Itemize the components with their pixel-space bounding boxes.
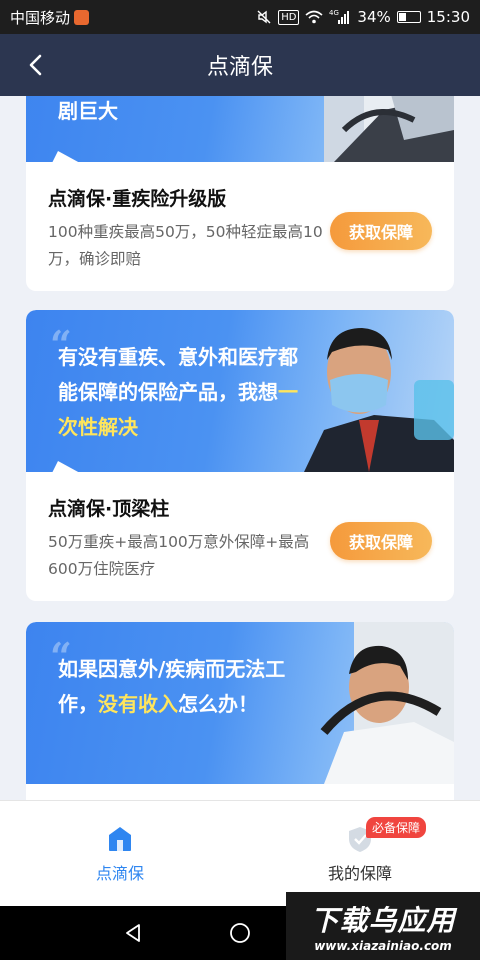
banner-highlight-3: 没有收入: [98, 692, 178, 716]
banner-text-2: 有没有重疾、意外和医疗都能保障的保险产品，我想一次性解决: [58, 345, 298, 439]
product-list[interactable]: 剧巨大 点滴保·重疾险升级版 100种重疾最高50万，50种轻症最高10万，确诊…: [0, 96, 480, 800]
tab-my-coverage[interactable]: 我的保障: [240, 801, 480, 906]
tab-home[interactable]: 点滴保: [0, 801, 240, 906]
status-bar: 中国移动 HD 4G 34% 15:30: [0, 0, 480, 34]
clock: 15:30: [426, 8, 470, 26]
get-coverage-button-2[interactable]: 获取保障: [330, 522, 432, 560]
system-back-button[interactable]: [120, 920, 146, 946]
product-info-1: 点滴保·重疾险升级版 100种重疾最高50万，50种轻症最高10万，确诊即赔 获…: [26, 162, 454, 291]
get-coverage-button-1[interactable]: 获取保障: [330, 212, 432, 250]
tired-driver-image: [320, 622, 454, 784]
banner-notch: [52, 151, 80, 162]
watermark: 下载乌应用 www.xiazainiao.com: [286, 892, 480, 960]
masked-driver-image: [304, 328, 454, 472]
signal-icon: 4G: [329, 9, 351, 25]
home-icon: [109, 826, 131, 851]
product-card-3: “ 如果因意外/疾病而无法工作，没有收入怎么办！: [26, 622, 454, 800]
wifi-icon: [305, 10, 323, 24]
product-title-2: 点滴保·顶梁柱: [48, 498, 170, 520]
watermark-url: www.xiazainiao.com: [314, 939, 452, 953]
nav-bar: 点滴保: [0, 34, 480, 96]
chevron-left-icon: [29, 54, 42, 76]
system-home-button[interactable]: [227, 920, 253, 946]
driver-image-1: [324, 96, 454, 162]
product-banner-2: “ 有没有重疾、意外和医疗都能保障的保险产品，我想一次性解决: [26, 310, 454, 472]
svg-text:4G: 4G: [329, 9, 339, 17]
product-card-2: “ 有没有重疾、意外和医疗都能保障的保险产品，我想一次性解决 点滴保·顶梁柱 5…: [26, 310, 454, 601]
circle-home-icon: [230, 923, 250, 943]
tab-home-label: 点滴保: [95, 863, 144, 883]
essential-coverage-badge: 必备保障: [366, 817, 427, 838]
product-title-1: 点滴保·重疾险升级版: [48, 188, 227, 210]
battery-icon: [396, 11, 421, 23]
carrier-label: 中国移动: [10, 8, 71, 27]
watermark-logo: 下载乌应用: [310, 904, 456, 937]
product-banner-1: 剧巨大: [26, 96, 454, 162]
back-button[interactable]: [20, 50, 50, 80]
bottom-tab-bar: 点滴保 我的保障 必备保障: [0, 800, 480, 906]
triangle-back-icon: [126, 924, 140, 942]
product-card-1: 剧巨大 点滴保·重疾险升级版 100种重疾最高50万，50种轻症最高10万，确诊…: [26, 96, 454, 291]
tab-my-coverage-label: 我的保障: [327, 863, 392, 883]
hd-icon: HD: [278, 9, 300, 25]
banner-text-1: 剧巨大: [58, 99, 118, 123]
app-notification-icon: [74, 9, 90, 25]
product-banner-3: “ 如果因意外/疾病而无法工作，没有收入怎么办！: [26, 622, 454, 784]
product-info-2: 点滴保·顶梁柱 50万重疾+最高100万意外保障+最高600万住院医疗 获取保障: [26, 472, 454, 601]
banner-text-3: 如果因意外/疾病而无法工作，没有收入怎么办！: [58, 657, 286, 716]
product-desc-2: 50万重疾+最高100万意外保障+最高600万住院医疗: [48, 533, 310, 578]
banner-notch: [52, 461, 80, 472]
product-desc-1: 100种重疾最高50万，50种轻症最高10万，确诊即赔: [48, 223, 323, 268]
mute-icon: [256, 9, 272, 25]
page-title: 点滴保: [206, 54, 273, 79]
battery-percent: 34%: [357, 8, 391, 26]
